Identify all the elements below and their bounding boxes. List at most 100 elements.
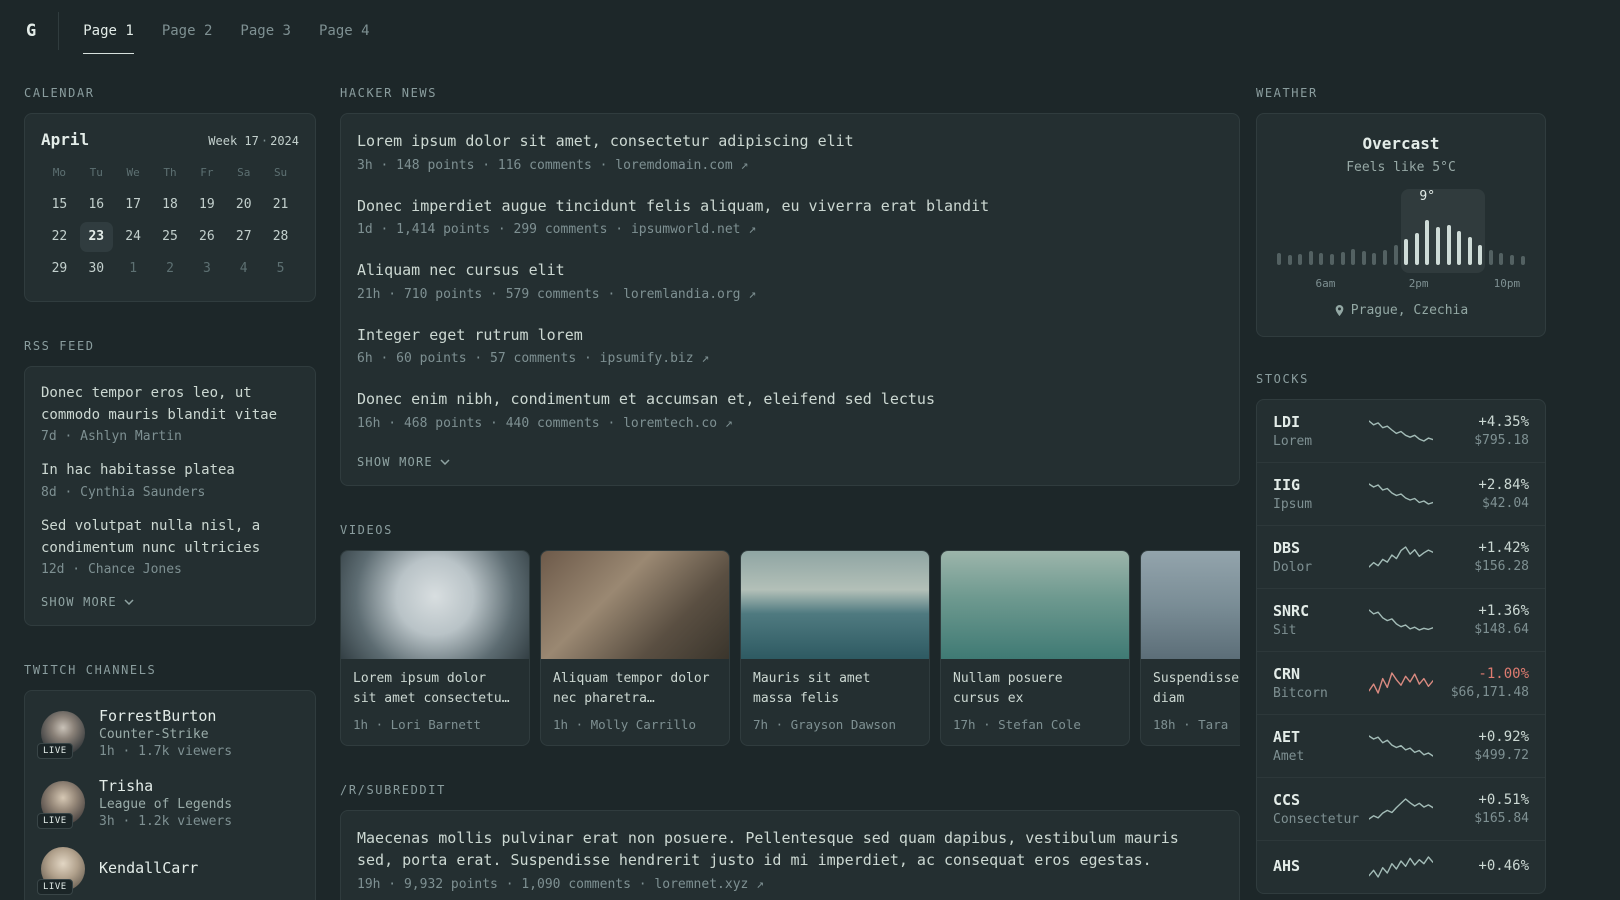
stock-id: CCS Consectetur	[1273, 791, 1369, 827]
video-thumbnail[interactable]	[341, 550, 529, 659]
twitch-avatar-wrap: LIVE	[37, 711, 85, 760]
subreddit-post-title[interactable]: Maecenas mollis pulvinar erat non posuer…	[357, 827, 1223, 872]
weather-bar	[1414, 233, 1419, 265]
weather-bar	[1287, 255, 1292, 265]
twitch-channel[interactable]: LIVE Trisha League of Legends 3h · 1.2k …	[37, 777, 299, 830]
tab-page-2[interactable]: Page 2	[162, 0, 213, 62]
video-thumbnail[interactable]	[941, 550, 1129, 659]
stock-change: +4.35%	[1478, 414, 1529, 430]
video-card[interactable]: Aliquam tempor dolor nec pharetra… 1h · …	[540, 549, 730, 746]
video-card[interactable]: Lorem ipsum dolor sit amet consectetu… 1…	[340, 549, 530, 746]
stock-symbol: AET	[1273, 728, 1301, 746]
stock-row[interactable]: CRN Bitcorn -1.00% $66,171.48	[1257, 651, 1545, 714]
twitch-meta: 3h · 1.2k viewers	[99, 814, 233, 830]
calendar-day: 16	[88, 197, 105, 212]
twitch-name[interactable]: ForrestBurton	[99, 707, 232, 725]
twitch-name[interactable]: Trisha	[99, 777, 232, 795]
stock-row[interactable]: SNRC Sit +1.36% $148.64	[1257, 588, 1545, 651]
hn-meta-text: 6h · 60 points · 57 comments ·	[357, 351, 600, 366]
stock-sparkline	[1369, 798, 1433, 820]
hn-item-link[interactable]: loremlandia.org	[623, 287, 740, 302]
location-pin-icon	[1335, 305, 1344, 316]
hn-item-title[interactable]: Integer eget rutrum lorem	[357, 324, 1223, 347]
video-card[interactable]: Mauris sit amet massa felis 7h · Grayson…	[740, 549, 930, 746]
stock-name: Dolor	[1273, 560, 1313, 575]
stock-sparkline	[1369, 672, 1433, 694]
stock-row[interactable]: LDI Lorem +4.35% $795.18	[1257, 400, 1545, 462]
video-title[interactable]: Nullam posuere cursus ex	[953, 669, 1117, 709]
video-thumbnail[interactable]	[741, 550, 929, 659]
video-title[interactable]: Suspendisse diam	[1153, 669, 1240, 709]
nav-divider	[58, 12, 60, 50]
hackernews-section: HACKER NEWS Lorem ipsum dolor sit amet, …	[340, 86, 1240, 486]
video-thumbnail[interactable]	[1141, 550, 1240, 659]
hn-item: Donec imperdiet augue tincidunt felis al…	[357, 195, 1223, 238]
page-tabs: Page 1 Page 2 Page 3 Page 4	[83, 0, 370, 62]
video-title[interactable]: Mauris sit amet massa felis	[753, 669, 917, 709]
weather-widget: Overcast Feels like 5°C 9° 6am 2pm 10pm …	[1256, 113, 1546, 337]
hn-item-link[interactable]: ipsumworld.net	[631, 222, 741, 237]
weather-condition: Overcast	[1362, 134, 1440, 153]
stock-values: -1.00% $66,171.48	[1433, 666, 1529, 700]
stock-row[interactable]: AET Amet +0.92% $499.72	[1257, 714, 1545, 777]
video-card[interactable]: Nullam posuere cursus ex 17h · Stefan Co…	[940, 549, 1130, 746]
weather-bar	[1319, 253, 1324, 265]
stock-price: $66,171.48	[1450, 685, 1529, 700]
stock-row[interactable]: DBS Dolor +1.42% $156.28	[1257, 525, 1545, 588]
weather-bar	[1382, 250, 1387, 265]
stock-change: +1.36%	[1478, 603, 1529, 619]
stock-values: +0.51% $165.84	[1433, 792, 1529, 826]
hn-item-link[interactable]: loremdomain.com	[615, 158, 732, 173]
twitch-channel[interactable]: LIVE KendallCarr	[37, 847, 299, 896]
hackernews-section-label: HACKER NEWS	[340, 86, 438, 100]
twitch-name[interactable]: KendallCarr	[99, 859, 198, 877]
video-title[interactable]: Aliquam tempor dolor nec pharetra…	[553, 669, 717, 709]
calendar-day: 5	[276, 261, 285, 276]
hn-item-title[interactable]: Aliquam nec cursus elit	[357, 259, 1223, 282]
stock-name: Ipsum	[1273, 497, 1313, 512]
tab-page-4[interactable]: Page 4	[319, 0, 370, 62]
calendar-widget: April Week 17 · 2024 Mo Tu We Th Fr Sa Su …	[24, 113, 316, 302]
video-card[interactable]: Suspendisse diam 18h · Tara	[1140, 549, 1240, 746]
weather-bar	[1499, 253, 1504, 265]
rss-item-title[interactable]: In hac habitasse platea	[41, 460, 299, 482]
hn-item-link[interactable]: ipsumify.biz	[600, 351, 694, 366]
stock-id: DBS Dolor	[1273, 539, 1369, 575]
stock-row[interactable]: CCS Consectetur +0.51% $165.84	[1257, 777, 1545, 840]
twitch-meta: 1h · 1.7k viewers	[99, 744, 233, 760]
video-thumbnail[interactable]	[541, 550, 729, 659]
hn-item-link[interactable]: loremtech.co	[623, 416, 717, 431]
weather-bar	[1467, 237, 1472, 265]
weather-time-label: 6am	[1315, 277, 1336, 290]
stock-row[interactable]: AHS +0.46%	[1257, 840, 1545, 893]
hn-item-title[interactable]: Donec enim nibh, condimentum et accumsan…	[357, 388, 1223, 411]
weather-bar	[1425, 220, 1430, 265]
stock-change: -1.00%	[1478, 666, 1529, 682]
show-more-button[interactable]: SHOW MORE	[41, 593, 134, 609]
stock-row[interactable]: IIG Ipsum +2.84% $42.04	[1257, 462, 1545, 525]
hn-item-title[interactable]: Donec imperdiet augue tincidunt felis al…	[357, 195, 1223, 218]
stock-name: Lorem	[1273, 434, 1313, 449]
hackernews-widget: Lorem ipsum dolor sit amet, consectetur …	[340, 113, 1240, 486]
rss-item-title[interactable]: Donec tempor eros leo, ut commodo mauris…	[41, 383, 299, 426]
hn-item-title[interactable]: Lorem ipsum dolor sit amet, consectetur …	[357, 130, 1223, 153]
subreddit-post-link[interactable]: loremnet.xyz	[654, 877, 748, 892]
calendar-header: April Week 17 · 2024	[41, 130, 299, 149]
app-logo: G	[26, 21, 37, 41]
twitch-channel[interactable]: LIVE ForrestBurton Counter-Strike 1h · 1…	[37, 707, 299, 760]
stock-change: +0.46%	[1478, 857, 1529, 874]
calendar-grid-days: 15 16 17 18 19 20 21 22 23 24 25 26 27 28 29 30 1 2 3 4 5	[41, 189, 299, 285]
show-more-button[interactable]: SHOW MORE	[357, 453, 450, 469]
stock-values: +4.35% $795.18	[1433, 414, 1529, 448]
video-title[interactable]: Lorem ipsum dolor sit amet consectetu…	[353, 669, 517, 709]
external-link-icon: ↗	[701, 351, 710, 366]
tab-page-1[interactable]: Page 1	[83, 0, 134, 62]
video-meta: 7h · Grayson Dawson	[753, 716, 896, 732]
stock-name: Amet	[1273, 749, 1305, 764]
rss-item-title[interactable]: Sed volutpat nulla nisl, a condimentum n…	[41, 516, 299, 559]
stock-sparkline	[1369, 856, 1433, 878]
weather-bar	[1435, 227, 1440, 265]
videos-section-label: VIDEOS	[340, 522, 393, 537]
video-meta: 1h · Molly Carrillo	[553, 716, 696, 732]
tab-page-3[interactable]: Page 3	[240, 0, 291, 62]
